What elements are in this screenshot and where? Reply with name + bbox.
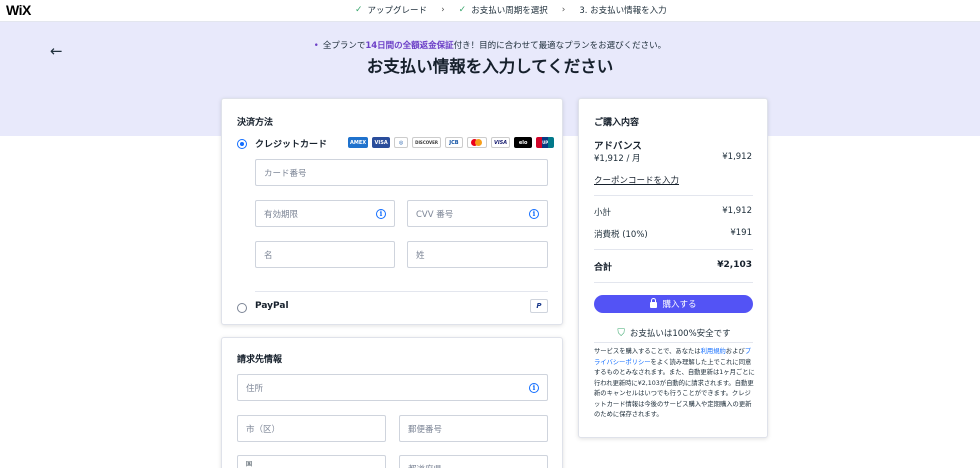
billing-info-card: 請求先情報 住所 i 市（区） 郵便番号 国 都道府県 — [221, 337, 563, 468]
plan-name: アドバンス — [594, 141, 642, 152]
country-select[interactable]: 国 — [237, 455, 386, 468]
paypal-radio[interactable] — [237, 303, 247, 313]
elo-icon: elo — [514, 137, 533, 148]
step-label: お支払い周期を選択 — [471, 6, 548, 16]
step-upgrade: ✓ アップグレード — [355, 4, 427, 16]
visa-blue-icon: VISA — [372, 137, 391, 148]
info-icon[interactable]: i — [529, 208, 539, 219]
coupon-link[interactable]: クーポンコードを入力 — [594, 174, 679, 186]
cvv-placeholder: CVV 番号 — [416, 209, 454, 220]
tax-label: 消費税 (10%) — [594, 230, 648, 240]
order-summary-card: ご購入内容 アドバンス ¥1,912 / 月 ¥1,912 クーポンコードを入力… — [578, 98, 768, 438]
divider — [594, 249, 753, 250]
legal-part: をよく読み理解した上でこれに同意するものとみなされます。また、自動更新は1ヶ月ご… — [594, 358, 755, 419]
step-billing-cycle: ✓ お支払い周期を選択 — [459, 4, 548, 16]
secure-text: お支払いは100%安全です — [629, 329, 731, 339]
plan-price: ¥1,912 / 月 — [594, 154, 641, 164]
promo-highlight: 14日間の全額返金保証 — [365, 41, 454, 51]
promo-suffix: 付き！目的に合わせて最適なプランをお選びください。 — [453, 41, 667, 51]
card-brands: AMEX VISA ◎ DISCOVER JCB VISA elo UP — [348, 137, 555, 148]
amex-icon: AMEX — [348, 137, 369, 148]
mastercard-icon — [466, 137, 487, 148]
unionpay-icon: UP — [536, 137, 555, 148]
legal-part: サービスを購入することで、あなたは — [594, 348, 701, 355]
paypal-label[interactable]: PayPal — [255, 301, 289, 311]
divider — [594, 282, 753, 283]
credit-card-radio[interactable] — [237, 139, 247, 149]
summary-title: ご購入内容 — [594, 118, 640, 128]
legal-part: および — [725, 348, 745, 355]
page-title: お支払い情報を入力してください — [366, 57, 614, 76]
top-bar: WiX ✓ アップグレード › ✓ お支払い周期を選択 › 3. お支払い情報を… — [0, 0, 980, 22]
terms-link[interactable]: 利用規約 — [701, 348, 726, 355]
cvv-input[interactable]: CVV 番号 i — [407, 200, 548, 227]
total-label: 合計 — [594, 263, 613, 273]
total-value: ¥2,103 — [717, 260, 752, 270]
legal-text: サービスを購入することで、あなたは利用規約およびプライバシーポリシーをよく読み理… — [594, 347, 756, 421]
info-icon[interactable]: i — [376, 208, 386, 219]
info-icon[interactable]: i — [529, 382, 539, 393]
discover-icon: DISCOVER — [412, 137, 441, 148]
paypal-icon: P — [530, 299, 548, 313]
card-number-input[interactable]: カード番号 — [255, 159, 548, 186]
promo-text: • 全プランで14日間の全額返金保証付き！目的に合わせて最適なプランをお選びくださ… — [0, 39, 980, 51]
payment-method-card: 決済方法 クレジットカード AMEX VISA ◎ DISCOVER JCB V… — [221, 98, 563, 325]
diners-icon: ◎ — [394, 137, 409, 148]
subtotal-value: ¥1,912 — [722, 206, 752, 216]
wix-logo[interactable]: WiX — [6, 2, 31, 18]
step-payment-info: 3. お支払い情報を入力 — [579, 4, 666, 16]
chevron-right-icon: › — [561, 5, 566, 15]
expiry-input[interactable]: 有効期限 i — [255, 200, 395, 227]
credit-card-label[interactable]: クレジットカード — [255, 137, 327, 150]
secure-payment-note: ⛉ お支払いは100%安全です — [579, 327, 769, 340]
last-name-input[interactable]: 姓 — [407, 241, 548, 268]
divider — [594, 342, 753, 343]
chevron-right-icon: › — [441, 5, 445, 15]
promo-prefix: 全プランで — [322, 41, 366, 51]
prefecture-input[interactable]: 都道府県 — [399, 455, 548, 468]
expiry-placeholder: 有効期限 — [264, 209, 299, 220]
jcb-icon: JCB — [444, 137, 463, 148]
checkout-steps: ✓ アップグレード › ✓ お支払い周期を選択 › 3. お支払い情報を入力 — [355, 4, 667, 16]
address-placeholder: 住所 — [246, 383, 264, 394]
plan-total: ¥1,912 — [722, 152, 752, 162]
check-icon: ✓ — [458, 5, 467, 15]
zip-input[interactable]: 郵便番号 — [399, 415, 548, 442]
check-icon: ✓ — [355, 5, 363, 15]
first-name-input[interactable]: 名 — [255, 241, 395, 268]
purchase-button[interactable]: 購入する — [594, 295, 753, 313]
city-input[interactable]: 市（区） — [237, 415, 386, 442]
payment-method-title: 決済方法 — [237, 118, 274, 128]
bullet-icon: • — [313, 41, 319, 51]
tax-value: ¥191 — [730, 228, 752, 238]
step-label: 3. お支払い情報を入力 — [579, 6, 667, 16]
address-input[interactable]: 住所 i — [237, 374, 548, 401]
divider — [255, 291, 548, 292]
visa-icon: VISA — [490, 137, 511, 148]
billing-info-title: 請求先情報 — [237, 355, 283, 365]
step-label: アップグレード — [367, 6, 428, 16]
subtotal-label: 小計 — [594, 208, 612, 218]
divider — [594, 195, 753, 196]
shield-check-icon: ⛉ — [617, 327, 625, 339]
country-label: 国 — [246, 461, 253, 468]
lock-icon — [650, 298, 658, 308]
purchase-button-label: 購入する — [662, 300, 697, 310]
